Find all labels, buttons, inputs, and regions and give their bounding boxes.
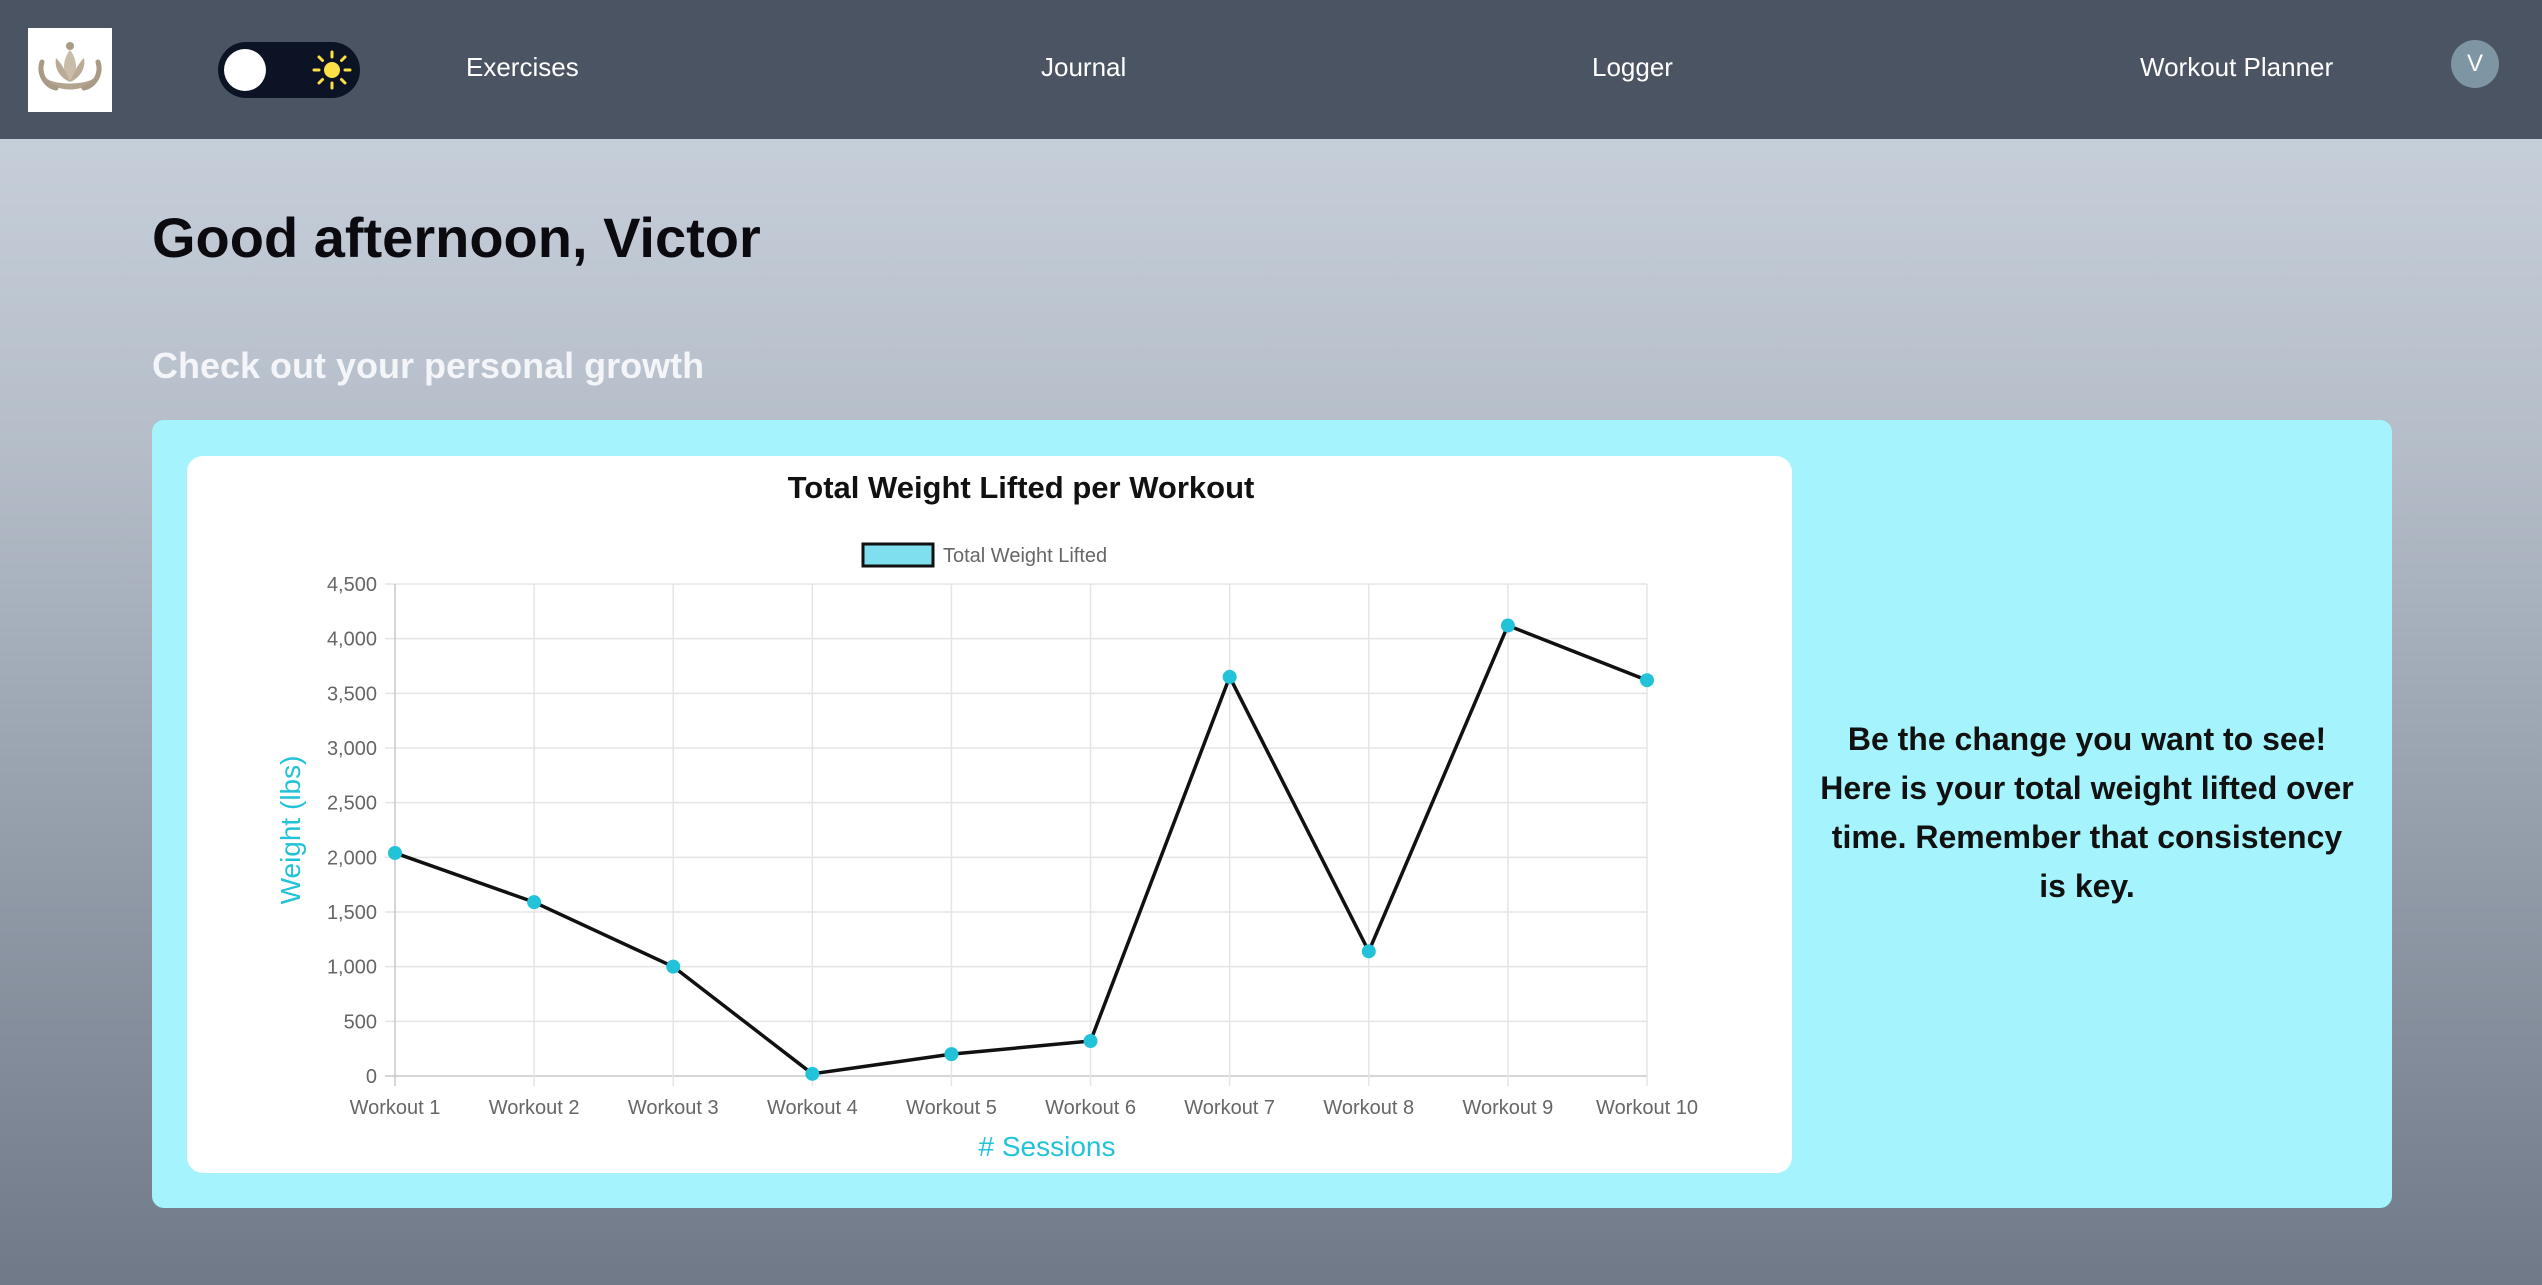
theme-toggle[interactable]: [218, 42, 360, 98]
y-tick-label: 3,000: [327, 738, 377, 760]
data-point: [1640, 673, 1654, 688]
y-tick-label: 500: [344, 1011, 377, 1033]
y-tick-label: 1,000: [327, 957, 377, 979]
nav-link-workout-planner[interactable]: Workout Planner: [2140, 52, 2333, 83]
data-point: [388, 845, 402, 860]
y-tick-label: 3,500: [327, 683, 377, 705]
logo-graphic: [38, 42, 102, 91]
y-tick-label: 4,500: [327, 574, 377, 596]
y-tick-label: 2,500: [327, 793, 377, 815]
section-subheading: Check out your personal growth: [152, 345, 705, 386]
x-axis-label: # Sessions: [979, 1131, 1116, 1162]
weight-line-chart: Total Weight Lifted per Workout Total Wei…: [275, 470, 1698, 1162]
sun-icon: [312, 50, 352, 90]
nav-link-logger[interactable]: Logger: [1592, 52, 1673, 83]
chart-title: Total Weight Lifted per Workout: [788, 470, 1255, 505]
data-point: [1361, 944, 1376, 959]
nav-link-journal[interactable]: Journal: [1041, 52, 1126, 83]
x-tick-label: Workout 4: [767, 1097, 858, 1119]
data-point: [666, 959, 681, 974]
legend-label: Total Weight Lifted: [943, 545, 1107, 567]
y-tick-label: 0: [366, 1066, 377, 1088]
y-tick-label: 2,000: [327, 847, 377, 869]
data-point: [944, 1047, 959, 1062]
x-tick-label: Workout 6: [1045, 1097, 1136, 1119]
y-axis-label: Weight (lbs): [275, 756, 306, 905]
growth-card: Total Weight Lifted per Workout Total Wei…: [152, 420, 2392, 1208]
weight-chart-panel: Total Weight Lifted per Workout Total Wei…: [187, 456, 1792, 1173]
data-point: [1083, 1034, 1098, 1049]
top-navbar: Exercises Journal Logger Workout Planner…: [0, 0, 2542, 139]
x-tick-label: Workout 9: [1462, 1097, 1553, 1119]
y-tick-label: 4,000: [327, 629, 377, 651]
data-point: [1500, 618, 1515, 633]
data-point: [527, 895, 542, 910]
data-point: [805, 1066, 820, 1081]
x-tick-label: Workout 5: [906, 1097, 997, 1119]
x-tick-label: Workout 8: [1323, 1097, 1414, 1119]
x-tick-label: Workout 2: [489, 1097, 580, 1119]
x-tick-label: Workout 1: [350, 1097, 441, 1119]
user-avatar[interactable]: V: [2451, 40, 2499, 88]
data-point: [1222, 669, 1237, 684]
nav-link-exercises[interactable]: Exercises: [466, 52, 579, 83]
page-greeting: Good afternoon, Victor: [152, 206, 761, 269]
legend-swatch: [861, 542, 935, 568]
x-tick-label: Workout 3: [628, 1097, 719, 1119]
toggle-knob: [224, 49, 266, 91]
lotus-hands-logo[interactable]: [28, 28, 112, 112]
x-tick-label: Workout 10: [1596, 1097, 1698, 1119]
x-tick-label: Workout 7: [1184, 1097, 1275, 1119]
y-tick-label: 1,500: [327, 902, 377, 924]
motivation-message: Be the change you want to see! Here is y…: [1820, 721, 2354, 904]
